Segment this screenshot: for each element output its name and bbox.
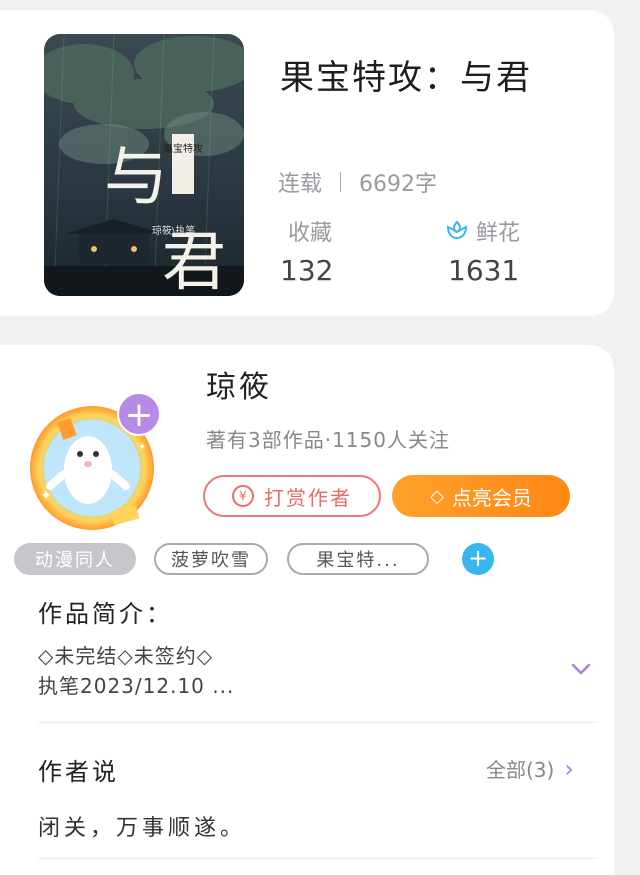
diamond-icon: ◇: [430, 485, 444, 507]
tag-item[interactable]: 菠萝吹雪: [154, 543, 268, 575]
cover-author-text: 琼筱\执笔: [152, 224, 195, 237]
tip-author-button[interactable]: ¥ 打赏作者: [203, 475, 381, 517]
book-status-row: 连载 6692字: [278, 166, 437, 198]
author-name[interactable]: 琼筱: [206, 362, 272, 406]
tag-item[interactable]: 动漫同人: [14, 543, 136, 575]
word-count: 6692字: [359, 172, 438, 197]
serial-status: 连载: [278, 172, 323, 197]
chevron-down-icon[interactable]: [568, 656, 594, 682]
intro-line: ◇未完结◇未签约◇: [38, 644, 214, 668]
collect-count: 132: [280, 254, 334, 287]
flower-count: 1631: [448, 254, 520, 287]
follow-author-button[interactable]: +: [117, 392, 161, 436]
flower-icon: [446, 220, 468, 240]
svg-text:✦: ✦: [40, 488, 52, 504]
author-meta: 著有3部作品·1150人关注: [206, 428, 450, 452]
book-title: 果宝特攻：与君: [280, 58, 532, 98]
see-all-label: 全部(3): [486, 758, 555, 782]
become-vip-button[interactable]: ◇ 点亮会员: [392, 475, 570, 517]
tag-item[interactable]: 果宝特...: [287, 543, 429, 575]
intro-line: 执笔2023/12.10 ...: [38, 674, 235, 698]
cover-title-text: 与: [104, 141, 168, 215]
flower-label: 鲜花: [476, 221, 521, 246]
intro-text[interactable]: ◇未完结◇未签约◇ 执笔2023/12.10 ...: [38, 641, 234, 701]
add-tag-button[interactable]: +: [462, 543, 494, 575]
divider: [38, 722, 598, 723]
divider: [38, 858, 598, 859]
yen-icon: ¥: [232, 485, 254, 507]
flower-stat[interactable]: 鲜花: [444, 215, 520, 247]
author-says-text: 闭关，万事顺遂。: [38, 816, 247, 841]
cover-series-text: 果宝特攻: [163, 142, 203, 155]
collect-label: 收藏: [288, 221, 333, 246]
divider: [340, 172, 342, 192]
tip-author-label: 打赏作者: [264, 485, 352, 510]
book-info-card: 果宝特攻 与 君 琼筱\执笔 果宝特攻：与君 连载 6692字 收藏 132 鲜…: [0, 10, 614, 316]
chevron-right-icon: ›: [564, 754, 574, 783]
see-all-button[interactable]: 全部(3) ›: [486, 754, 574, 783]
author-says-title: 作者说: [38, 758, 119, 786]
svg-text:✦: ✦: [138, 442, 146, 453]
become-vip-label: 点亮会员: [451, 485, 532, 510]
intro-title: 作品简介：: [38, 600, 173, 628]
book-cover[interactable]: 果宝特攻 与 君 琼筱\执笔: [44, 34, 244, 296]
